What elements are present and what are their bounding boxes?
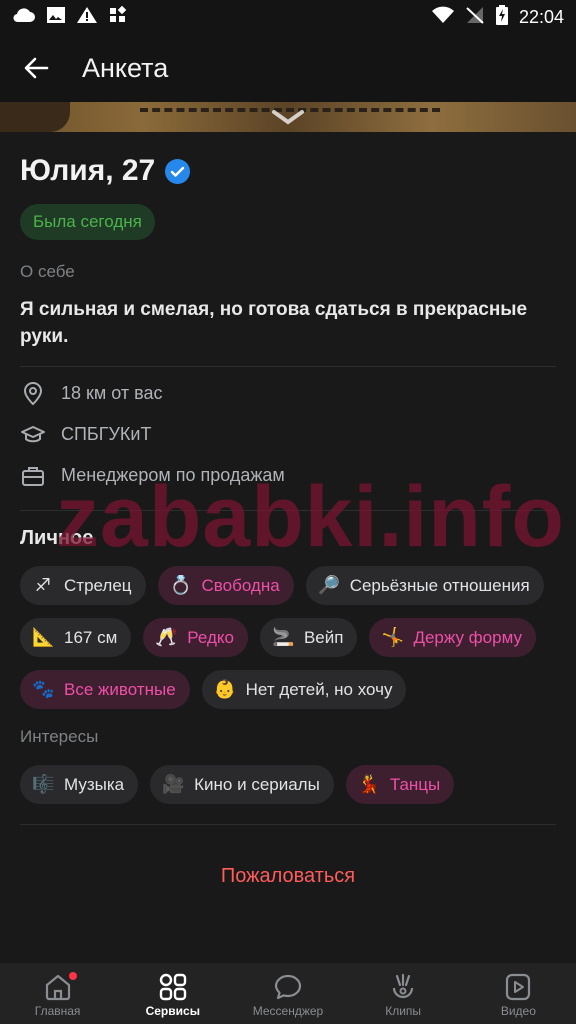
interest-chips: 🎼 Музыка 🎥 Кино и сериалы 💃 Танцы <box>20 765 556 804</box>
clips-icon <box>388 970 418 1004</box>
cigarette-icon: 🚬 <box>271 627 295 647</box>
video-icon <box>503 970 533 1004</box>
warning-icon <box>76 6 98 29</box>
battery-charging-icon <box>495 4 509 30</box>
interests-label: Интересы <box>20 727 99 746</box>
ring-icon: 💍 <box>169 575 192 595</box>
baby-icon: 👶 <box>213 679 237 699</box>
chip-interest-music: 🎼 Музыка <box>20 765 139 804</box>
photo-decoration <box>0 102 70 132</box>
image-icon <box>46 6 66 29</box>
app-bar: Анкета <box>0 34 576 102</box>
info-row-distance: 18 км от вас <box>20 373 556 414</box>
tab-label: Главная <box>34 1003 81 1018</box>
status-bar: 22:04 <box>0 0 576 34</box>
dancer-icon: 💃 <box>357 774 381 794</box>
chevron-down-icon[interactable] <box>268 106 308 126</box>
report-button[interactable]: Пожаловаться <box>20 865 556 888</box>
chip-interest-dance: 💃 Танцы <box>345 765 455 804</box>
chip-zodiac: ♐ Стрелец <box>20 566 146 605</box>
profile-content: Юлия, 27 Была сегодня О себе Я сильная и… <box>20 132 556 888</box>
tab-messenger[interactable]: Мессенджер <box>230 970 345 1018</box>
profile-photo[interactable] <box>0 102 576 132</box>
about-label: О себе <box>20 262 75 281</box>
messenger-icon <box>273 970 303 1004</box>
divider <box>20 510 556 511</box>
info-text: 18 км от вас <box>61 383 163 403</box>
chip-sport: 🤸 Держу форму <box>369 618 536 657</box>
status-badge: Была сегодня <box>20 204 155 240</box>
tab-label: Клипы <box>385 1003 422 1018</box>
status-icons-right: 22:04 <box>431 4 564 30</box>
personal-heading: Личное <box>20 527 94 549</box>
chip-looking-for: 🔎 Серьёзные отношения <box>305 566 544 605</box>
chip-label: Редко <box>187 627 234 647</box>
about-text: Я сильная и смелая, но готова сдаться в … <box>20 299 528 347</box>
camera-icon: 🎥 <box>162 774 185 794</box>
back-button[interactable] <box>20 52 52 84</box>
ruler-icon: 📐 <box>32 627 55 647</box>
tab-video[interactable]: Видео <box>461 970 576 1018</box>
chip-interest-movies: 🎥 Кино и сериалы <box>150 765 334 804</box>
magnifier-icon: 🔎 <box>317 575 341 595</box>
tab-clips[interactable]: Клипы <box>346 970 461 1018</box>
music-icon: 🎼 <box>32 774 55 794</box>
info-row-education: СПБГУКиТ <box>20 414 556 455</box>
bottom-tab-bar: Главная Сервисы Мессенджер Клипы Видео <box>0 963 576 1024</box>
chip-label: Танцы <box>389 774 441 794</box>
divider <box>20 366 556 367</box>
info-row-job: Менеджером по продажам <box>20 455 556 496</box>
cartwheel-icon: 🤸 <box>381 627 404 647</box>
tab-services[interactable]: Сервисы <box>115 970 230 1018</box>
education-icon <box>20 422 46 448</box>
chip-alcohol: 🥂 Редко <box>143 618 248 657</box>
tab-label: Мессенджер <box>252 1003 324 1018</box>
info-text: Менеджером по продажам <box>61 465 285 485</box>
tab-label: Видео <box>500 1003 536 1018</box>
chip-height: 📐 167 см <box>20 618 132 657</box>
personal-chips: ♐ Стрелец 💍 Свободна 🔎 Серьёзные отношения … <box>20 566 556 709</box>
verified-icon <box>165 158 191 184</box>
chip-label: Держу форму <box>413 627 522 647</box>
chip-label: Кино и сериалы <box>194 774 320 794</box>
page-title: Анкета <box>82 52 169 83</box>
chip-pets: 🐾 Все животные <box>20 670 190 709</box>
home-icon <box>43 970 73 1004</box>
location-icon <box>20 381 46 407</box>
chip-label: Вейп <box>303 627 344 647</box>
chip-label: Стрелец <box>64 575 132 595</box>
chip-label: Серьёзные отношения <box>349 575 530 595</box>
divider <box>20 824 556 825</box>
services-icon <box>158 970 188 1004</box>
wifi-icon <box>431 6 455 29</box>
clock: 22:04 <box>518 6 564 27</box>
info-text: СПБГУКиТ <box>61 424 152 444</box>
chip-label: Нет детей, но хочу <box>245 679 393 699</box>
briefcase-icon <box>20 463 46 489</box>
sagittarius-icon: ♐ <box>34 575 52 595</box>
apps-icon <box>108 5 128 29</box>
tab-label: Сервисы <box>145 1003 200 1018</box>
chip-smoking: 🚬 Вейп <box>259 618 358 657</box>
name-row: Юлия, 27 <box>20 154 556 188</box>
notification-dot <box>69 971 78 980</box>
status-icons-left <box>12 5 128 29</box>
profile-name: Юлия, 27 <box>20 154 156 187</box>
arrow-left-icon <box>24 57 49 79</box>
chip-label: Все животные <box>64 679 176 699</box>
chip-children: 👶 Нет детей, но хочу <box>201 670 407 709</box>
chip-label: 167 см <box>64 627 118 647</box>
chip-relationship-status: 💍 Свободна <box>157 566 294 605</box>
chip-label: Свободна <box>201 575 280 595</box>
paw-icon: 🐾 <box>32 679 55 699</box>
champagne-icon: 🥂 <box>155 627 178 647</box>
no-signal-icon <box>465 6 485 29</box>
info-list: 18 км от вас СПБГУКиТ Менеджером по прод… <box>20 373 556 496</box>
tab-home[interactable]: Главная <box>0 970 115 1018</box>
cloud-icon <box>12 6 36 29</box>
chip-label: Музыка <box>64 774 125 794</box>
